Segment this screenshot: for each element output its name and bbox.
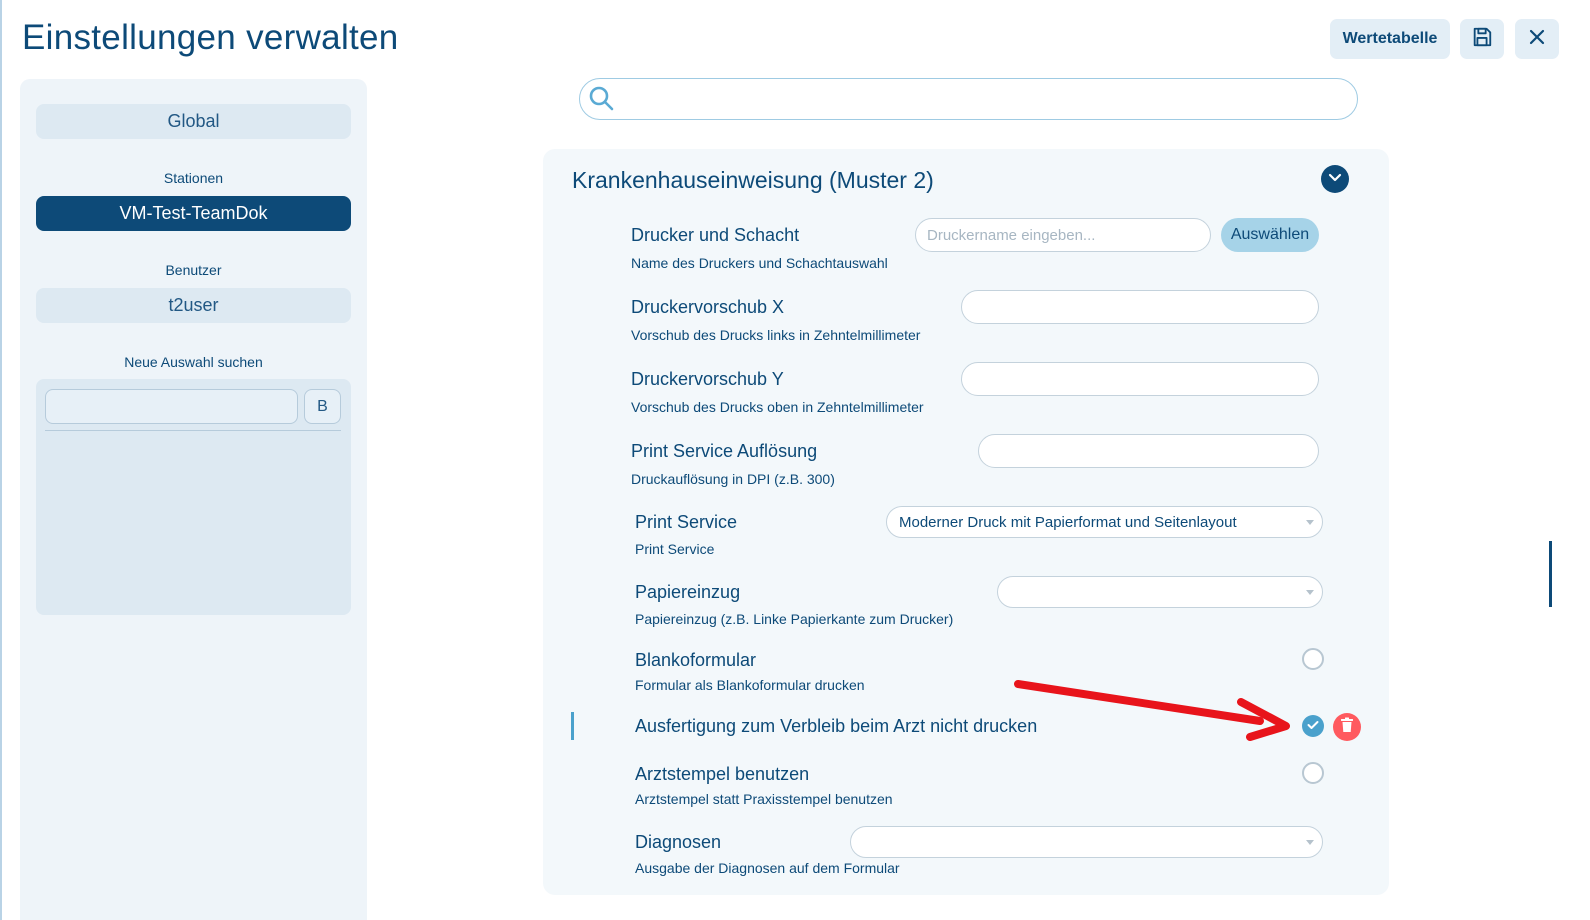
setting-desc-arztstempel: Arztstempel statt Praxisstempel benutzen [635, 791, 893, 807]
setting-title-vorschub-x: Druckervorschub X [631, 297, 785, 317]
scrollbar-thumb[interactable] [1549, 541, 1552, 607]
close-button[interactable] [1515, 19, 1559, 59]
diagnosen-select[interactable] [850, 826, 1323, 858]
search-icon [588, 85, 616, 118]
setting-title-drucker: Drucker und Schacht [631, 225, 800, 245]
drucker-placeholder: Druckername eingeben... [927, 227, 1096, 244]
setting-desc-blankoformular: Formular als Blankoformular drucken [635, 677, 865, 693]
setting-desc-vorschub-y: Vorschub des Drucks oben in Zehntelmilli… [631, 399, 924, 415]
neue-auswahl-b-button[interactable]: B [304, 389, 341, 424]
setting-desc-print-service: Print Service [635, 541, 715, 557]
setting-desc-diagnosen: Ausgabe der Diagnosen auf dem Formular [635, 860, 900, 876]
collapse-button[interactable] [1321, 165, 1349, 193]
save-icon [1471, 26, 1493, 53]
aufloesung-input[interactable] [978, 434, 1319, 468]
setting-desc-drucker: Name des Druckers und Schachtauswahl [631, 255, 888, 271]
check-icon [1307, 717, 1319, 735]
setting-title-ausfertigung: Ausfertigung zum Verbleib beim Arzt nich… [635, 716, 1038, 736]
station-item-selected[interactable]: VM-Test-TeamDok [36, 196, 351, 231]
dropdown-caret-icon [1306, 520, 1314, 525]
print-service-select[interactable]: Moderner Druck mit Papierformat und Seit… [886, 506, 1323, 538]
setting-desc-vorschub-x: Vorschub des Drucks links in Zehntelmill… [631, 327, 921, 343]
setting-title-diagnosen: Diagnosen [635, 832, 722, 852]
trash-icon [1340, 717, 1354, 738]
benutzer-item[interactable]: t2user [36, 288, 351, 323]
divider [45, 430, 341, 431]
drucker-input[interactable]: Druckername eingeben... [915, 218, 1211, 252]
chevron-down-icon [1328, 170, 1342, 188]
close-icon [1528, 28, 1546, 51]
reset-button[interactable] [1333, 713, 1361, 741]
neue-auswahl-input[interactable] [45, 389, 298, 424]
vorschub-x-input[interactable] [961, 290, 1319, 324]
stationen-heading: Stationen [163, 170, 224, 186]
benutzer-heading: Benutzer [165, 262, 222, 278]
auswaehlen-button[interactable]: Auswählen [1221, 218, 1319, 252]
setting-title-vorschub-y: Druckervorschub Y [631, 369, 784, 389]
neue-auswahl-heading: Neue Auswahl suchen [124, 354, 263, 370]
save-button[interactable] [1460, 19, 1504, 59]
dropdown-caret-icon [1306, 590, 1314, 595]
setting-title-print-service: Print Service [635, 512, 738, 532]
setting-title-aufloesung: Print Service Auflösung [631, 441, 818, 461]
page-title: Einstellungen verwalten [22, 18, 399, 57]
section-title: Krankenhauseinweisung (Muster 2) [572, 167, 934, 193]
dropdown-caret-icon [1306, 840, 1314, 845]
neue-auswahl-panel: B [36, 379, 351, 615]
modified-row-marker [571, 712, 574, 740]
scope-sidebar: Global Stationen VM-Test-TeamDok Benutze… [20, 79, 367, 920]
window-left-border [0, 0, 2, 920]
settings-search-input[interactable] [579, 78, 1358, 120]
arztstempel-radio[interactable] [1302, 762, 1324, 784]
ausfertigung-radio-checked[interactable] [1302, 715, 1324, 737]
setting-title-papiereinzug: Papiereinzug [635, 582, 741, 602]
blankoformular-radio[interactable] [1302, 648, 1324, 670]
global-scope-button[interactable]: Global [36, 104, 351, 139]
print-service-selected-value: Moderner Druck mit Papierformat und Seit… [899, 514, 1237, 531]
vorschub-y-input[interactable] [961, 362, 1319, 396]
setting-title-arztstempel: Arztstempel benutzen [635, 764, 810, 784]
setting-desc-aufloesung: Druckauflösung in DPI (z.B. 300) [631, 471, 835, 487]
setting-title-blankoformular: Blankoformular [635, 650, 757, 670]
wertetabelle-button[interactable]: Wertetabelle [1330, 19, 1450, 59]
setting-desc-papiereinzug: Papiereinzug (z.B. Linke Papierkante zum… [635, 611, 954, 627]
papiereinzug-select[interactable] [997, 576, 1323, 608]
